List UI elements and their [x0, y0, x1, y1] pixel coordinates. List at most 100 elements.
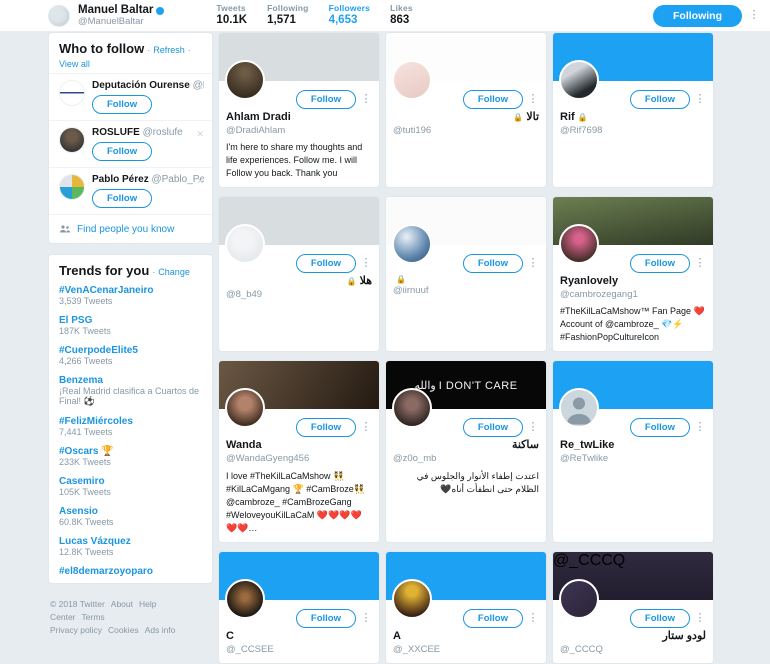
follower-card[interactable]: Follow ⋮ 🔒 @iirnuuf [385, 196, 547, 353]
footer-link-ads-info[interactable]: Ads info [145, 625, 176, 635]
footer-link-privacy-policy[interactable]: Privacy policy [50, 625, 102, 635]
follower-card[interactable]: Follow ⋮ Wanda @WandaGyeng456 I love #Th… [218, 360, 380, 543]
find-people-you-know-link[interactable]: Find people you know [49, 214, 212, 243]
follower-card[interactable]: Follow ⋮ هلا 🔒 @8_b49 [218, 196, 380, 353]
trend-name[interactable]: #el8demarzoyoparo [59, 566, 202, 577]
view-all-link[interactable]: View all [59, 59, 90, 69]
refresh-link[interactable]: Refresh [153, 45, 185, 55]
follow-button[interactable]: Follow [629, 90, 690, 109]
more-vertical-icon[interactable]: ⋮ [748, 10, 760, 21]
follow-button[interactable]: Follow [92, 95, 153, 114]
more-vertical-icon[interactable]: ⋮ [360, 612, 372, 624]
trend-item[interactable]: #VenACenarJaneiro 3,539 Tweets [49, 282, 212, 312]
close-icon[interactable]: ✕ [196, 129, 204, 140]
trend-item[interactable]: Asensio 60.8K Tweets [49, 503, 212, 533]
follower-card[interactable]: Follow ⋮ تالا 🔒 @tuti196 [385, 32, 547, 189]
follower-avatar[interactable] [559, 224, 599, 265]
follow-button[interactable]: Follow [295, 90, 356, 109]
trends-change-link[interactable]: Change [158, 267, 190, 277]
roslufe-avatar[interactable] [59, 127, 85, 153]
trend-item[interactable]: #el8demarzoyoparo [49, 563, 212, 583]
more-vertical-icon[interactable]: ⋮ [527, 258, 539, 269]
follow-button[interactable]: Follow [462, 90, 523, 109]
trend-item[interactable]: Lucas Vázquez 12.8K Tweets [49, 533, 212, 563]
stat-likes[interactable]: Likes 863 [390, 3, 413, 27]
stat-following[interactable]: Following 1,571 [267, 3, 308, 27]
who-to-follow-item[interactable]: ROSLUFE @roslufe Follow ✕ [49, 120, 212, 167]
trend-name[interactable]: Benzema [59, 375, 202, 386]
trend-item[interactable]: Benzema ¡Real Madrid clasifica a Cuartos… [49, 372, 212, 413]
more-vertical-icon[interactable]: ⋮ [694, 422, 706, 433]
deputacion-ourense-avatar[interactable] [59, 80, 85, 106]
follower-card[interactable]: Follow ⋮ A @_XXCEE [385, 550, 547, 664]
follower-card[interactable]: Follow ⋮ C @_CCSEE [218, 550, 380, 664]
follow-button[interactable]: Follow [462, 418, 523, 438]
footer-link-about[interactable]: About [111, 599, 133, 609]
follow-button[interactable]: Follow [92, 142, 153, 161]
follow-button[interactable]: Follow [629, 608, 690, 628]
follower-avatar[interactable] [392, 224, 432, 265]
more-vertical-icon[interactable]: ⋮ [360, 94, 372, 105]
trend-item[interactable]: #Oscars 🏆 233K Tweets [49, 443, 212, 473]
footer-link-cookies[interactable]: Cookies [108, 625, 139, 635]
follower-card[interactable]: Follow ⋮ Ahlam Dradi @DradiAhlam I'm her… [218, 32, 380, 189]
stat-followers-label: Followers [328, 3, 371, 13]
stat-followers[interactable]: Followers 4,653 [328, 3, 371, 27]
trend-name[interactable]: Lucas Vázquez [59, 536, 202, 547]
follower-avatar[interactable] [392, 60, 432, 100]
follower-avatar[interactable] [392, 578, 432, 619]
follow-button[interactable]: Follow [462, 608, 523, 628]
trend-name[interactable]: El PSG [59, 315, 202, 326]
follower-avatar[interactable] [225, 60, 265, 100]
follow-button[interactable]: Follow [629, 254, 690, 274]
follower-card[interactable]: Follow ⋮ Ryanlovely @cambrozegang1 #TheK… [552, 196, 714, 353]
who-to-follow-item[interactable]: Pablo Pérez @Pablo_PerezP Follow ✕ [49, 167, 212, 214]
trend-name[interactable]: #CuerpodeElite5 [59, 345, 202, 356]
following-button[interactable]: Following [653, 4, 742, 27]
trend-meta: 7,441 Tweets [59, 427, 113, 437]
avatar[interactable] [48, 4, 70, 27]
who-to-follow-name: ROSLUFE [92, 127, 140, 138]
more-vertical-icon[interactable]: ⋮ [527, 422, 539, 433]
follower-name: Ahlam Dradi [226, 111, 372, 125]
follower-card[interactable]: @_CCCQ Follow ⋮ لودو ستار @_CCCQ [552, 550, 714, 664]
follow-button[interactable]: Follow [462, 254, 523, 274]
trend-item[interactable]: #CuerpodeElite5 4,266 Tweets [49, 342, 212, 372]
follower-card[interactable]: والله I DON'T CARE Follow ⋮ ساكنة @z0o_m… [385, 360, 547, 543]
follower-avatar[interactable] [559, 60, 599, 100]
trend-name[interactable]: #VenACenarJaneiro [59, 285, 202, 296]
follow-button[interactable]: Follow [92, 189, 153, 208]
more-vertical-icon[interactable]: ⋮ [527, 94, 539, 105]
follower-name-text: Rif [560, 111, 575, 123]
trend-name[interactable]: #FelizMiércoles [59, 416, 202, 427]
follower-avatar[interactable] [225, 578, 265, 619]
pablo-perez-avatar[interactable] [59, 174, 85, 200]
follow-button[interactable]: Follow [295, 254, 356, 274]
trend-name[interactable]: Casemiro [59, 476, 202, 487]
follow-button[interactable]: Follow [295, 418, 356, 438]
profile-identity: Manuel Baltar @ManuelBaltar [78, 4, 165, 26]
more-vertical-icon[interactable]: ⋮ [694, 94, 706, 105]
follower-card[interactable]: Follow ⋮ Re_twLike @ReTwlike [552, 360, 714, 543]
stat-tweets[interactable]: Tweets 10.1K [216, 3, 247, 27]
more-vertical-icon[interactable]: ⋮ [360, 422, 372, 433]
footer-link-terms[interactable]: Terms [82, 612, 105, 622]
trend-item[interactable]: El PSG 187K Tweets [49, 312, 212, 342]
who-to-follow-item[interactable]: Deputación Ourense @De... Follow ✕ [49, 73, 212, 120]
more-vertical-icon[interactable]: ⋮ [360, 258, 372, 269]
trend-name[interactable]: Asensio [59, 506, 202, 517]
follower-avatar[interactable] [225, 224, 265, 265]
more-vertical-icon[interactable]: ⋮ [694, 258, 706, 269]
more-vertical-icon[interactable]: ⋮ [694, 612, 706, 624]
trend-item[interactable]: Casemiro 105K Tweets [49, 473, 212, 503]
close-icon[interactable]: ✕ [196, 82, 204, 93]
follower-avatar[interactable] [559, 578, 599, 619]
follow-button[interactable]: Follow [629, 418, 690, 438]
close-icon[interactable]: ✕ [196, 176, 204, 187]
follower-handle: @ReTwlike [560, 453, 609, 465]
trend-name[interactable]: #Oscars 🏆 [59, 446, 202, 457]
follow-button[interactable]: Follow [295, 608, 356, 628]
trend-item[interactable]: #FelizMiércoles 7,441 Tweets [49, 413, 212, 443]
more-vertical-icon[interactable]: ⋮ [527, 612, 539, 624]
follower-card[interactable]: Follow ⋮ Rif 🔒 @Rif7698 [552, 32, 714, 189]
